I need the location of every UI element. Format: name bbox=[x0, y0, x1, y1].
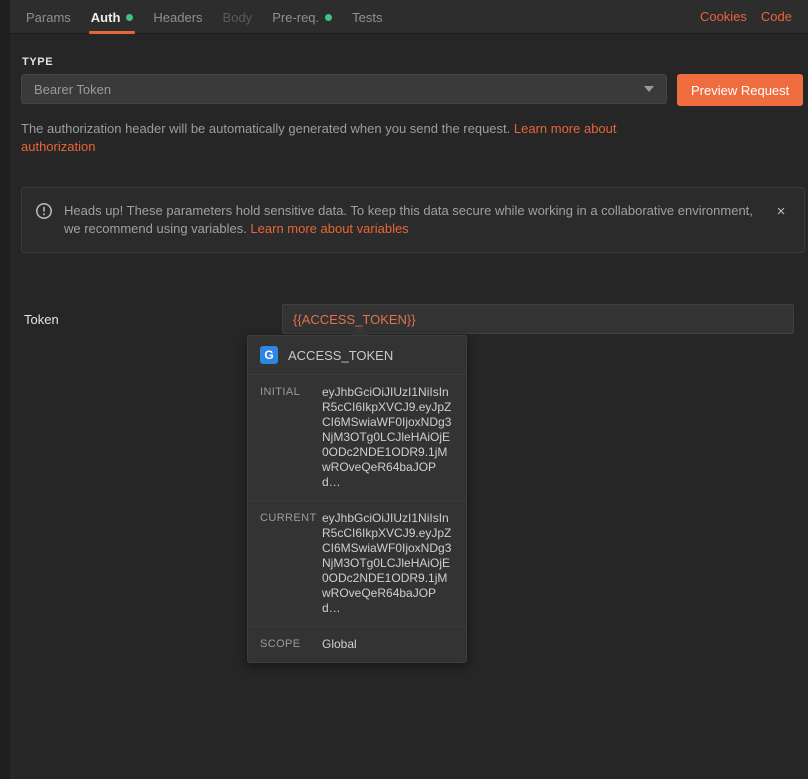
tooltip-header: G ACCESS_TOKEN bbox=[248, 336, 466, 375]
token-field-label: Token bbox=[24, 312, 59, 327]
token-input-value: {{ACCESS_TOKEN}} bbox=[293, 311, 416, 327]
tab-auth[interactable]: Auth bbox=[81, 0, 144, 34]
tooltip-value-initial: eyJhbGciOiJIUzI1NiIsInR5cCI6IkpXVCJ9.eyJ… bbox=[322, 385, 452, 489]
tooltip-key-current: CURRENT bbox=[260, 512, 317, 524]
auth-type-value: Bearer Token bbox=[34, 81, 112, 97]
auth-description: The authorization header will be automat… bbox=[21, 120, 641, 156]
tooltip-caret bbox=[351, 326, 369, 335]
tab-auth-status-dot bbox=[126, 13, 134, 21]
variable-name: ACCESS_TOKEN bbox=[288, 347, 394, 363]
cookies-link[interactable]: Cookies bbox=[700, 9, 747, 24]
banner-message: Heads up! These parameters hold sensitiv… bbox=[64, 202, 762, 238]
auth-content: TYPE Bearer Token Preview Request The au… bbox=[10, 34, 808, 779]
tab-headers[interactable]: Headers bbox=[143, 0, 212, 34]
tab-tests-label: Tests bbox=[352, 9, 383, 25]
close-icon[interactable]: × bbox=[772, 203, 790, 221]
tab-params-label: Params bbox=[26, 9, 71, 25]
tooltip-value-current: eyJhbGciOiJIUzI1NiIsInR5cCI6IkpXVCJ9.eyJ… bbox=[322, 511, 452, 615]
auth-description-text: The authorization header will be automat… bbox=[21, 121, 514, 136]
global-scope-badge-icon: G bbox=[260, 346, 278, 364]
preview-request-button[interactable]: Preview Request bbox=[677, 74, 804, 106]
request-tabbar: Params Auth Headers Body Pre-req. Tests bbox=[10, 0, 808, 34]
tab-prereq-label: Pre-req. bbox=[272, 9, 320, 25]
tooltip-row-current: CURRENT eyJhbGciOiJIUzI1NiIsInR5cCI6IkpX… bbox=[248, 501, 466, 627]
tab-auth-label: Auth bbox=[90, 9, 121, 25]
tab-body-label: Body bbox=[222, 9, 253, 25]
left-edge-rail bbox=[0, 0, 10, 779]
tab-headers-label: Headers bbox=[153, 9, 203, 25]
chevron-down-icon bbox=[644, 86, 654, 92]
tab-body[interactable]: Body bbox=[213, 0, 263, 34]
tab-prereq[interactable]: Pre-req. bbox=[262, 0, 342, 34]
auth-type-select[interactable]: Bearer Token bbox=[21, 74, 667, 104]
tooltip-key-initial: INITIAL bbox=[260, 386, 301, 398]
tab-prereq-status-dot bbox=[325, 13, 333, 21]
info-exclamation-icon bbox=[36, 203, 52, 219]
sensitive-data-banner: Heads up! These parameters hold sensitiv… bbox=[21, 187, 805, 253]
tab-tests[interactable]: Tests bbox=[342, 0, 392, 34]
tab-params[interactable]: Params bbox=[16, 0, 81, 34]
banner-variables-link[interactable]: Learn more about variables bbox=[250, 221, 408, 236]
code-link[interactable]: Code bbox=[761, 9, 792, 24]
type-label: TYPE bbox=[22, 56, 54, 68]
request-auth-panel: Params Auth Headers Body Pre-req. Tests bbox=[0, 0, 808, 779]
tooltip-row-initial: INITIAL eyJhbGciOiJIUzI1NiIsInR5cCI6IkpX… bbox=[248, 375, 466, 501]
variable-tooltip: G ACCESS_TOKEN INITIAL eyJhbGciOiJIUzI1N… bbox=[247, 335, 467, 663]
tooltip-key-scope: SCOPE bbox=[260, 638, 301, 650]
tooltip-row-scope: SCOPE Global bbox=[248, 627, 466, 662]
tab-list: Params Auth Headers Body Pre-req. Tests bbox=[10, 0, 393, 34]
tabbar-actions: Cookies Code bbox=[700, 0, 808, 33]
tooltip-value-scope: Global bbox=[322, 637, 357, 651]
